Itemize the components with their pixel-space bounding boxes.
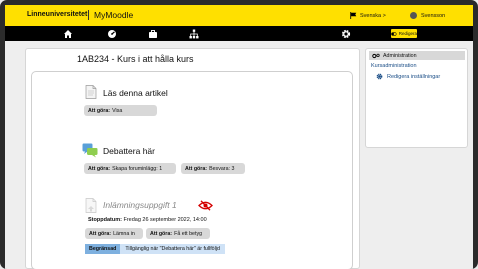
deadline: Stoppdatum: Fredag 26 september 2022, 14… xyxy=(88,217,207,223)
edit-settings-label: Redigera inställningar xyxy=(387,73,441,80)
course-section: Läs denna artikel Att göra: Visa Debatte… xyxy=(31,71,353,269)
todo-badge: Att göra: Skapa foruminlägg: 1 xyxy=(84,163,176,174)
restriction-notice: Begränsad Tillgänglig när "Debattera här… xyxy=(85,244,225,254)
todo-value: Besvara: 3 xyxy=(209,165,235,172)
deadline-label: Stoppdatum: xyxy=(88,217,122,223)
briefcase-icon[interactable] xyxy=(147,28,158,39)
administration-header: Administration xyxy=(369,51,465,60)
edit-mode-button[interactable]: Redigera xyxy=(391,29,417,38)
language-label: Svenska > xyxy=(360,12,386,19)
eye-slash-icon xyxy=(198,200,213,211)
flag-icon xyxy=(350,12,357,19)
todo-label: Att göra: xyxy=(185,165,208,172)
logo-divider xyxy=(88,10,89,20)
edit-settings-link[interactable]: Redigera inställningar xyxy=(376,73,440,80)
todo-label: Att göra: xyxy=(88,165,111,172)
administration-title: Administration xyxy=(383,52,417,59)
avatar xyxy=(410,12,417,19)
top-header: Linneuniversitetet MyMoodle Svenska > Sv… xyxy=(5,5,473,26)
administration-block: Administration Kursadministration Redige… xyxy=(365,48,468,148)
restriction-text: Tillgänglig när "Debattera här" är fullf… xyxy=(120,244,225,254)
page-title: 1AB234 - Kurs i att hålla kurs xyxy=(77,54,194,64)
activity-title[interactable]: Debattera här xyxy=(103,146,155,156)
forum-icon xyxy=(82,143,98,158)
gear-icon[interactable] xyxy=(340,28,351,39)
todo-value: Lämna in xyxy=(113,230,135,237)
edit-mode-label: Redigera xyxy=(398,31,417,36)
browser-viewport: Linneuniversitetet MyMoodle Svenska > Sv… xyxy=(5,5,473,269)
deadline-value: Fredag 26 september 2022, 14:00 xyxy=(123,217,207,223)
home-icon[interactable] xyxy=(62,28,73,39)
nav-bar: Redigera xyxy=(5,26,473,41)
user-menu[interactable]: Svensson xyxy=(410,12,445,19)
gears-icon xyxy=(372,53,380,58)
assignment-icon xyxy=(85,198,97,213)
course-content: 1AB234 - Kurs i att hålla kurs Läs denna… xyxy=(25,48,360,269)
user-name: Svensson xyxy=(421,12,446,19)
language-selector[interactable]: Svenska > xyxy=(350,12,386,19)
course-administration-link[interactable]: Kursadministration xyxy=(371,63,417,69)
todo-badge: Att göra: Lämna in xyxy=(85,228,143,239)
university-logo[interactable]: Linneuniversitetet xyxy=(27,11,87,18)
sitemap-icon[interactable] xyxy=(188,28,199,39)
activity-title[interactable]: Läs denna artikel xyxy=(103,88,168,98)
todo-badge: Att göra: Få ett betyg xyxy=(146,228,210,239)
todo-value: Få ett betyg xyxy=(174,230,203,237)
toggle-icon xyxy=(391,31,397,36)
restriction-tag: Begränsad xyxy=(85,244,121,254)
dashboard-icon[interactable] xyxy=(106,28,117,39)
activity-title[interactable]: Inlämningsuppgift 1 xyxy=(103,200,177,210)
gear-icon xyxy=(376,73,383,80)
page-icon xyxy=(85,85,97,99)
todo-value: Skapa foruminlägg: 1 xyxy=(112,165,163,172)
todo-value: Visa xyxy=(112,107,123,114)
todo-badge: Att göra: Besvara: 3 xyxy=(181,163,245,174)
site-name[interactable]: MyMoodle xyxy=(94,10,133,20)
todo-label: Att göra: xyxy=(88,107,111,114)
device-frame: Linneuniversitetet MyMoodle Svenska > Sv… xyxy=(0,0,478,269)
todo-badge: Att göra: Visa xyxy=(84,105,157,116)
todo-label: Att göra: xyxy=(150,230,173,237)
todo-label: Att göra: xyxy=(89,230,112,237)
